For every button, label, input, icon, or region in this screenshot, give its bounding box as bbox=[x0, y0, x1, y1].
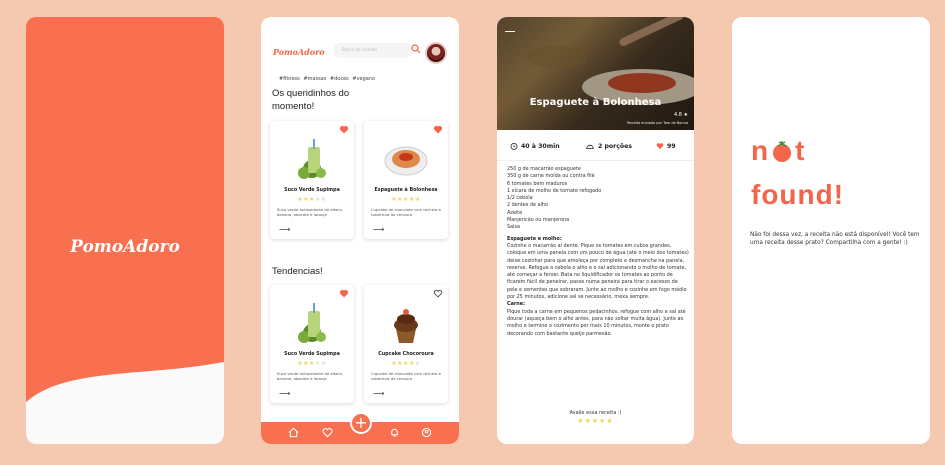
not-found-line1: n tn t bbox=[751, 135, 806, 166]
ingredient-item: 1/2 cebola bbox=[507, 195, 533, 202]
splash-logo: PomoAdoro bbox=[70, 237, 180, 257]
star-icon: ★ bbox=[320, 196, 327, 203]
meat-heading: Carne: bbox=[507, 301, 526, 308]
card-title: Espaguete à Bolonhesa bbox=[374, 188, 438, 193]
arrow-right-icon[interactable]: ⟶ bbox=[373, 225, 384, 234]
tag-list[interactable]: #fitness #massas #doces #vegano bbox=[279, 76, 375, 82]
recipe-hero-image: Espaguete à Bolonhesa 4.8 ★ Receita envi… bbox=[497, 17, 694, 130]
not-found-screen: n tn t found! Não foi dessa vez, a recei… bbox=[732, 17, 930, 444]
arrow-right-icon[interactable]: ⟶ bbox=[373, 389, 384, 398]
favorite-heart-icon[interactable] bbox=[339, 289, 349, 298]
ingredient-item: Azeite bbox=[507, 209, 523, 216]
favorite-heart-icon[interactable] bbox=[433, 125, 443, 134]
card-title: Cupcake Chocoroura bbox=[378, 352, 434, 357]
recipe-rating: 4.8 ★ bbox=[673, 112, 688, 118]
ingredient-item: Manjericão ou manjerona bbox=[507, 217, 570, 224]
recipe-body: 250 g de macarrão espaguete 350 g de carn… bbox=[507, 166, 689, 338]
splash-screen: PomoAdoro bbox=[26, 17, 224, 444]
splash-wave bbox=[26, 362, 224, 444]
search-input[interactable]: Busca de receitas bbox=[333, 43, 421, 58]
bell-icon[interactable] bbox=[389, 427, 400, 438]
time-info: 40 à 30min bbox=[510, 142, 560, 150]
ingredient-item: 1 xícara de molho de tomate refogado bbox=[507, 187, 602, 194]
star-icon: ★ bbox=[414, 196, 421, 203]
not-found-message: Não foi dessa vez, a receita não está di… bbox=[750, 232, 920, 246]
card-description: Suco verde antioxidante de alface, banan… bbox=[277, 371, 344, 381]
card-rating: ★★★★★ bbox=[270, 360, 354, 367]
recipe-image bbox=[298, 303, 326, 343]
home-icon[interactable] bbox=[288, 427, 299, 438]
rate-stars[interactable]: ★★★★★ bbox=[497, 417, 694, 425]
time-value: 40 à 30min bbox=[521, 142, 560, 150]
sauce-heading: Espaguete e molho: bbox=[507, 235, 562, 242]
rate-prompt: Avalie essa receita :) bbox=[569, 410, 622, 416]
section-favorites-title: Os queridinhos do momento! bbox=[272, 88, 350, 112]
clock-icon bbox=[510, 142, 518, 150]
card-rating: ★★★★★ bbox=[364, 196, 448, 203]
card-rating: ★★★★★ bbox=[364, 360, 448, 367]
star-icon: ★ bbox=[414, 360, 421, 367]
cloche-icon bbox=[586, 144, 594, 149]
ingredient-item: 6 tomates bem maduros bbox=[507, 180, 568, 187]
recipe-image bbox=[394, 309, 418, 343]
add-recipe-button[interactable]: + bbox=[350, 412, 372, 434]
recipe-card[interactable]: Cupcake Chocoroura ★★★★★ Cupcake de chocol… bbox=[364, 285, 448, 403]
recipe-card[interactable]: Suco Verde Supimpa ★★★★★ Suco verde antiox… bbox=[270, 121, 354, 239]
card-description: Suco verde antioxidante de alface, banan… bbox=[277, 207, 344, 217]
recipe-image bbox=[384, 146, 428, 176]
heart-icon[interactable] bbox=[322, 427, 333, 438]
recipe-credit: Receita enviada por Tom de Bonna bbox=[627, 121, 688, 125]
recipe-screen: Espaguete à Bolonhesa 4.8 ★ Receita envi… bbox=[497, 17, 694, 444]
sauce-instructions: Cozinhe o macarrão al dente. Pique os to… bbox=[507, 242, 689, 301]
brand-logo: PomoAdoro bbox=[273, 47, 325, 57]
favorite-heart-icon[interactable] bbox=[433, 289, 443, 298]
back-icon[interactable] bbox=[505, 31, 515, 32]
arrow-right-icon[interactable]: ⟶ bbox=[279, 225, 290, 234]
favorite-heart-icon[interactable] bbox=[339, 125, 349, 134]
recipe-card[interactable]: Espaguete à Bolonhesa ★★★★★ Cupcake de cho… bbox=[364, 121, 448, 239]
ingredient-item: 350 g de carne moída ou contra filé bbox=[507, 173, 595, 180]
divider bbox=[497, 160, 694, 161]
ingredient-item: Salsa bbox=[507, 224, 521, 231]
recipe-image bbox=[298, 139, 326, 179]
section-trending-title: Tendencias! bbox=[272, 266, 323, 277]
card-description: Cupcake de chocolate com recheio e cober… bbox=[371, 371, 441, 381]
ingredient-list: 250 g de macarrão espaguete 350 g de carn… bbox=[507, 166, 689, 232]
star-icon: ★ bbox=[320, 360, 327, 367]
portions-info: 2 porções bbox=[585, 142, 632, 150]
card-description: Cupcake de chocolate com recheio e cober… bbox=[371, 207, 441, 217]
likes-info[interactable]: 99 bbox=[656, 142, 676, 150]
card-title: Suco Verde Supimpa bbox=[284, 188, 340, 193]
home-header: PomoAdoro Busca de receitas bbox=[261, 34, 459, 70]
avatar[interactable] bbox=[425, 42, 447, 64]
pasta-photo bbox=[497, 17, 694, 130]
heart-icon[interactable] bbox=[656, 142, 664, 150]
card-title: Suco Verde Supimpa bbox=[284, 352, 340, 357]
portions-value: 2 porções bbox=[598, 142, 632, 150]
not-found-line2: found! bbox=[751, 179, 845, 210]
likes-value: 99 bbox=[667, 142, 676, 150]
meat-instructions: Pique toda a carne em pequenos pedacinho… bbox=[507, 308, 686, 337]
home-screen: PomoAdoro Busca de receitas #fitness #ma… bbox=[261, 17, 459, 444]
user-icon[interactable] bbox=[421, 427, 432, 438]
ingredient-item: 2 dentes de alho bbox=[507, 202, 549, 209]
recipe-card[interactable]: Suco Verde Supimpa ★★★★★ Suco verde antiox… bbox=[270, 285, 354, 403]
recipe-meta: 40 à 30min 2 porções 99 bbox=[497, 142, 694, 156]
search-placeholder: Busca de receitas bbox=[342, 47, 378, 52]
card-rating: ★★★★★ bbox=[270, 196, 354, 203]
search-icon[interactable] bbox=[411, 44, 421, 54]
recipe-title: Espaguete à Bolonhesa bbox=[529, 97, 662, 108]
arrow-right-icon[interactable]: ⟶ bbox=[279, 389, 290, 398]
tomato-icon bbox=[773, 141, 792, 162]
